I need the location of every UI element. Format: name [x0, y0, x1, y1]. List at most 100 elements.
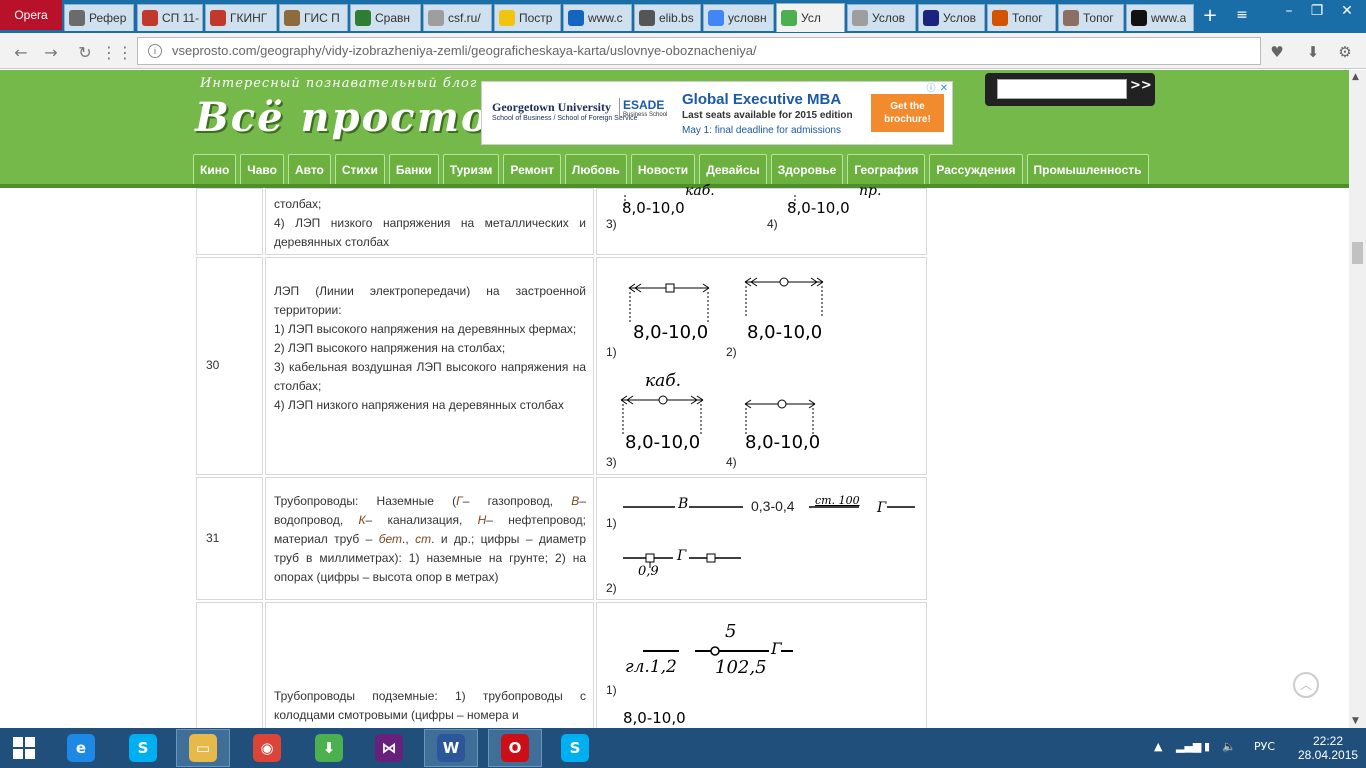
menu-item-4[interactable]: Банки: [388, 154, 439, 184]
back-icon[interactable]: ←: [10, 41, 32, 63]
taskbar-app-skype-2[interactable]: S: [548, 729, 602, 767]
site-info-icon[interactable]: i: [148, 44, 162, 58]
tab-13[interactable]: Топог: [987, 4, 1056, 31]
tab-title: www.c: [588, 11, 623, 25]
forward-icon[interactable]: →: [40, 41, 62, 63]
ad-esade-name: ESADE: [623, 98, 665, 112]
tab-14[interactable]: Топог: [1058, 4, 1124, 31]
tab-15[interactable]: www.a: [1126, 4, 1194, 31]
site-search-button[interactable]: >>: [1130, 78, 1152, 93]
symbol-value: 8,0-10,0: [633, 322, 709, 343]
tab-4[interactable]: Сравн: [350, 4, 421, 31]
windows-taskbar: e S ▭ ◉ ⬇ ⋈ W O S ▲ ▂▄▆ ▮ 🔈 РУС 22:22 28.04.2015: [0, 728, 1366, 768]
internet-explorer-icon: e: [67, 734, 95, 762]
taskbar-app-download-manager[interactable]: ⬇: [302, 729, 356, 767]
table-row: Трубопроводы подземные: 1) трубопроводы …: [196, 602, 928, 728]
menu-item-6[interactable]: Ремонт: [503, 154, 561, 184]
taskbar-app-word[interactable]: W: [424, 729, 478, 767]
tab-title: СП 11-: [162, 11, 200, 25]
desc-line: 4) ЛЭП низкого напряжения на металлическ…: [274, 216, 586, 249]
tab-5[interactable]: csf.ru/: [423, 4, 492, 31]
reload-icon[interactable]: ↻: [74, 41, 96, 63]
menu-item-1[interactable]: Чаво: [240, 154, 284, 184]
symbol-value: 8,0-10,0: [747, 322, 823, 343]
bookmark-heart-icon[interactable]: ♥: [1266, 41, 1288, 63]
taskbar-app-internet-explorer[interactable]: e: [54, 729, 108, 767]
downloads-icon[interactable]: ⬇: [1302, 41, 1324, 63]
tab-7[interactable]: www.c: [563, 4, 632, 31]
menu-item-11[interactable]: География: [847, 154, 926, 184]
advertisement-banner[interactable]: Georgetown University School of Business …: [481, 81, 953, 145]
ad-cta-button[interactable]: Get the brochure!: [871, 94, 944, 132]
tab-8[interactable]: elib.bs: [634, 4, 701, 31]
tab-10[interactable]: Усл: [776, 3, 845, 32]
tab-title: www.a: [1151, 11, 1187, 25]
menu-item-0[interactable]: Кино: [193, 154, 237, 184]
new-tab-button[interactable]: +: [1196, 4, 1224, 26]
start-button[interactable]: [0, 729, 48, 767]
close-icon[interactable]: ✕: [1333, 0, 1361, 22]
tab-9[interactable]: условн: [703, 4, 774, 31]
symbol-letter: В: [678, 496, 689, 512]
tab-6[interactable]: Постр: [494, 4, 561, 31]
tab-0[interactable]: Рефер: [64, 4, 134, 31]
taskbar-app-chrome[interactable]: ◉: [240, 729, 294, 767]
taskbar-app-file-explorer[interactable]: ▭: [176, 729, 230, 767]
maximize-icon[interactable]: ❐: [1303, 0, 1331, 22]
tab-title: Услов: [943, 11, 977, 25]
tab-title: условн: [728, 11, 767, 25]
table-row: столбах; 4) ЛЭП низкого напряжения на ме…: [196, 183, 928, 255]
symbol-letter: Г: [771, 639, 782, 658]
tray-expand-icon[interactable]: ▲: [1154, 740, 1162, 753]
network-icon[interactable]: ▂▄▆: [1176, 740, 1201, 753]
tab-1[interactable]: СП 11-: [137, 4, 203, 31]
site-header: Интересный познавательный блог Всё прост…: [0, 70, 1349, 188]
taskbar-app-opera[interactable]: O: [488, 729, 542, 767]
speed-dial-icon[interactable]: ⋮⋮: [101, 41, 133, 63]
desc-line: 1) ЛЭП высокого напряжения на деревянных…: [274, 322, 577, 336]
symbol-number: 3): [606, 455, 617, 469]
menu-item-10[interactable]: Здоровье: [770, 154, 844, 184]
menu-item-13[interactable]: Промышленность: [1026, 154, 1149, 184]
category-menu: Кино Чаво Авто Стихи Банки Туризм Ремонт Любовь…: [193, 154, 1149, 184]
opera-menu-button[interactable]: Opera: [0, 0, 62, 30]
language-indicator[interactable]: РУС: [1254, 740, 1275, 753]
extensions-icon[interactable]: ⚙: [1334, 41, 1356, 63]
clock-date: 28.04.2015: [1298, 748, 1359, 762]
symbol-number: 2): [726, 345, 737, 359]
site-logo[interactable]: Всё просто: [195, 94, 490, 141]
vertical-scrollbar[interactable]: ▲ ▼: [1349, 70, 1366, 728]
ad-info-icon[interactable]: ⓘ: [925, 83, 937, 95]
taskbar-app-visual-studio[interactable]: ⋈: [362, 729, 416, 767]
skype-icon: S: [129, 734, 157, 762]
menu-item-9[interactable]: Девайсы: [699, 154, 767, 184]
minimize-icon[interactable]: –: [1275, 0, 1303, 22]
tab-2[interactable]: ГКИНГ: [205, 4, 277, 31]
menu-item-3[interactable]: Стихи: [334, 154, 385, 184]
system-clock[interactable]: 22:22 28.04.2015: [1298, 734, 1358, 762]
taskbar-app-skype[interactable]: S: [116, 729, 170, 767]
tab-3[interactable]: ГИС П: [279, 4, 348, 31]
scroll-up-icon[interactable]: ▲: [1352, 72, 1359, 82]
menu-item-8[interactable]: Новости: [630, 154, 696, 184]
menu-item-7[interactable]: Любовь: [564, 154, 627, 184]
site-search-input[interactable]: [997, 79, 1127, 99]
battery-icon[interactable]: ▮: [1204, 740, 1210, 753]
volume-icon[interactable]: 🔈: [1222, 740, 1236, 753]
table-cell-desc: ЛЭП (Линии электропередачи) на застроенн…: [265, 257, 594, 475]
tab-12[interactable]: Услов: [918, 4, 985, 31]
scroll-down-icon[interactable]: ▼: [1352, 716, 1359, 726]
tab-11[interactable]: Услов: [847, 4, 916, 31]
scroll-to-top-button[interactable]: ︿: [1293, 672, 1319, 698]
menu-item-12[interactable]: Рассуждения: [929, 154, 1023, 184]
ad-close-icon[interactable]: ✕: [938, 83, 950, 95]
tab-menu-icon[interactable]: ≡: [1228, 4, 1256, 26]
ad-line-2: May 1: final deadline for admissions: [682, 125, 841, 136]
symbol-fraction: 102,5: [715, 657, 767, 678]
address-bar-row: ← → ↻ ⋮⋮ i vseprosto.com/geography/vidy-…: [0, 33, 1366, 69]
menu-item-5[interactable]: Туризм: [442, 154, 500, 184]
url-field[interactable]: i vseprosto.com/geography/vidy-izobrazhe…: [137, 37, 1261, 65]
scrollbar-thumb[interactable]: [1352, 242, 1363, 264]
menu-item-2[interactable]: Авто: [287, 154, 331, 184]
row-number: 30: [206, 358, 220, 372]
